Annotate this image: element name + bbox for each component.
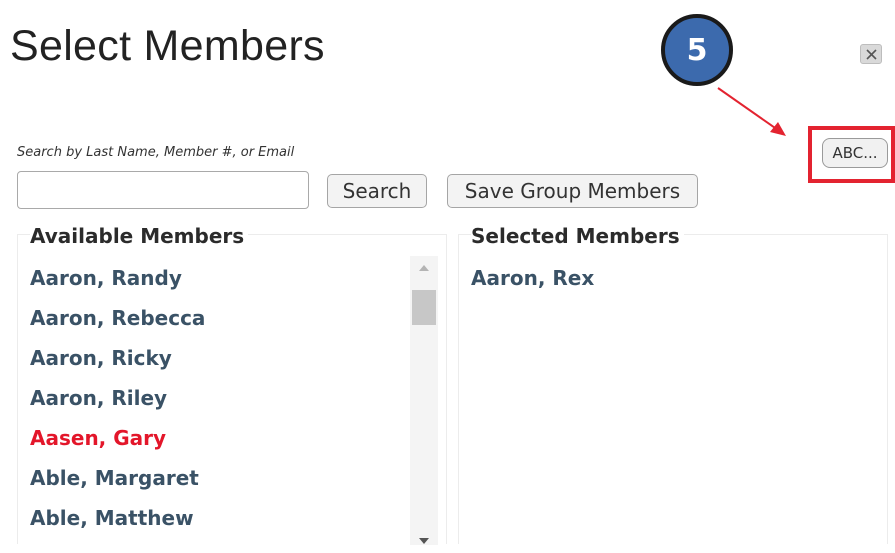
search-label: Search by Last Name, Member #, or Email — [17, 145, 295, 160]
close-icon — [866, 49, 877, 60]
close-button[interactable] — [860, 44, 882, 64]
list-item[interactable]: Aaron, Riley — [30, 386, 205, 426]
step-badge: 5 — [661, 14, 733, 86]
selected-members-header: Selected Members — [471, 224, 684, 248]
selected-members-panel: Selected Members Aaron, Rex — [458, 224, 888, 544]
alphabet-filter-button[interactable]: ABC... — [822, 138, 888, 168]
search-input[interactable] — [17, 171, 309, 209]
save-group-members-button[interactable]: Save Group Members — [447, 174, 698, 208]
list-item[interactable]: Able, Margaret — [30, 466, 205, 506]
scroll-up-button[interactable] — [410, 256, 438, 280]
available-members-header: Available Members — [30, 224, 249, 248]
page-title: Select Members — [10, 22, 325, 70]
available-members-panel: Available Members Aaron, Randy Aaron, Re… — [17, 224, 447, 546]
scroll-up-icon — [419, 265, 429, 271]
list-item[interactable]: Aasen, Gary — [30, 426, 205, 466]
list-item[interactable]: Aaron, Ricky — [30, 346, 205, 386]
list-item[interactable]: Aaron, Randy — [30, 266, 205, 306]
scrollbar[interactable] — [410, 256, 438, 545]
available-members-list: Aaron, Randy Aaron, Rebecca Aaron, Ricky… — [30, 266, 205, 546]
callout-arrow-icon — [717, 87, 786, 136]
scroll-thumb[interactable] — [412, 290, 436, 325]
scroll-down-button[interactable] — [410, 529, 438, 553]
list-item[interactable]: Aaron, Rebecca — [30, 306, 205, 346]
list-item[interactable]: Aaron, Rex — [471, 266, 594, 306]
list-item[interactable]: Able, Matthew — [30, 506, 205, 546]
search-button[interactable]: Search — [327, 174, 427, 208]
selected-members-list: Aaron, Rex — [471, 266, 594, 306]
